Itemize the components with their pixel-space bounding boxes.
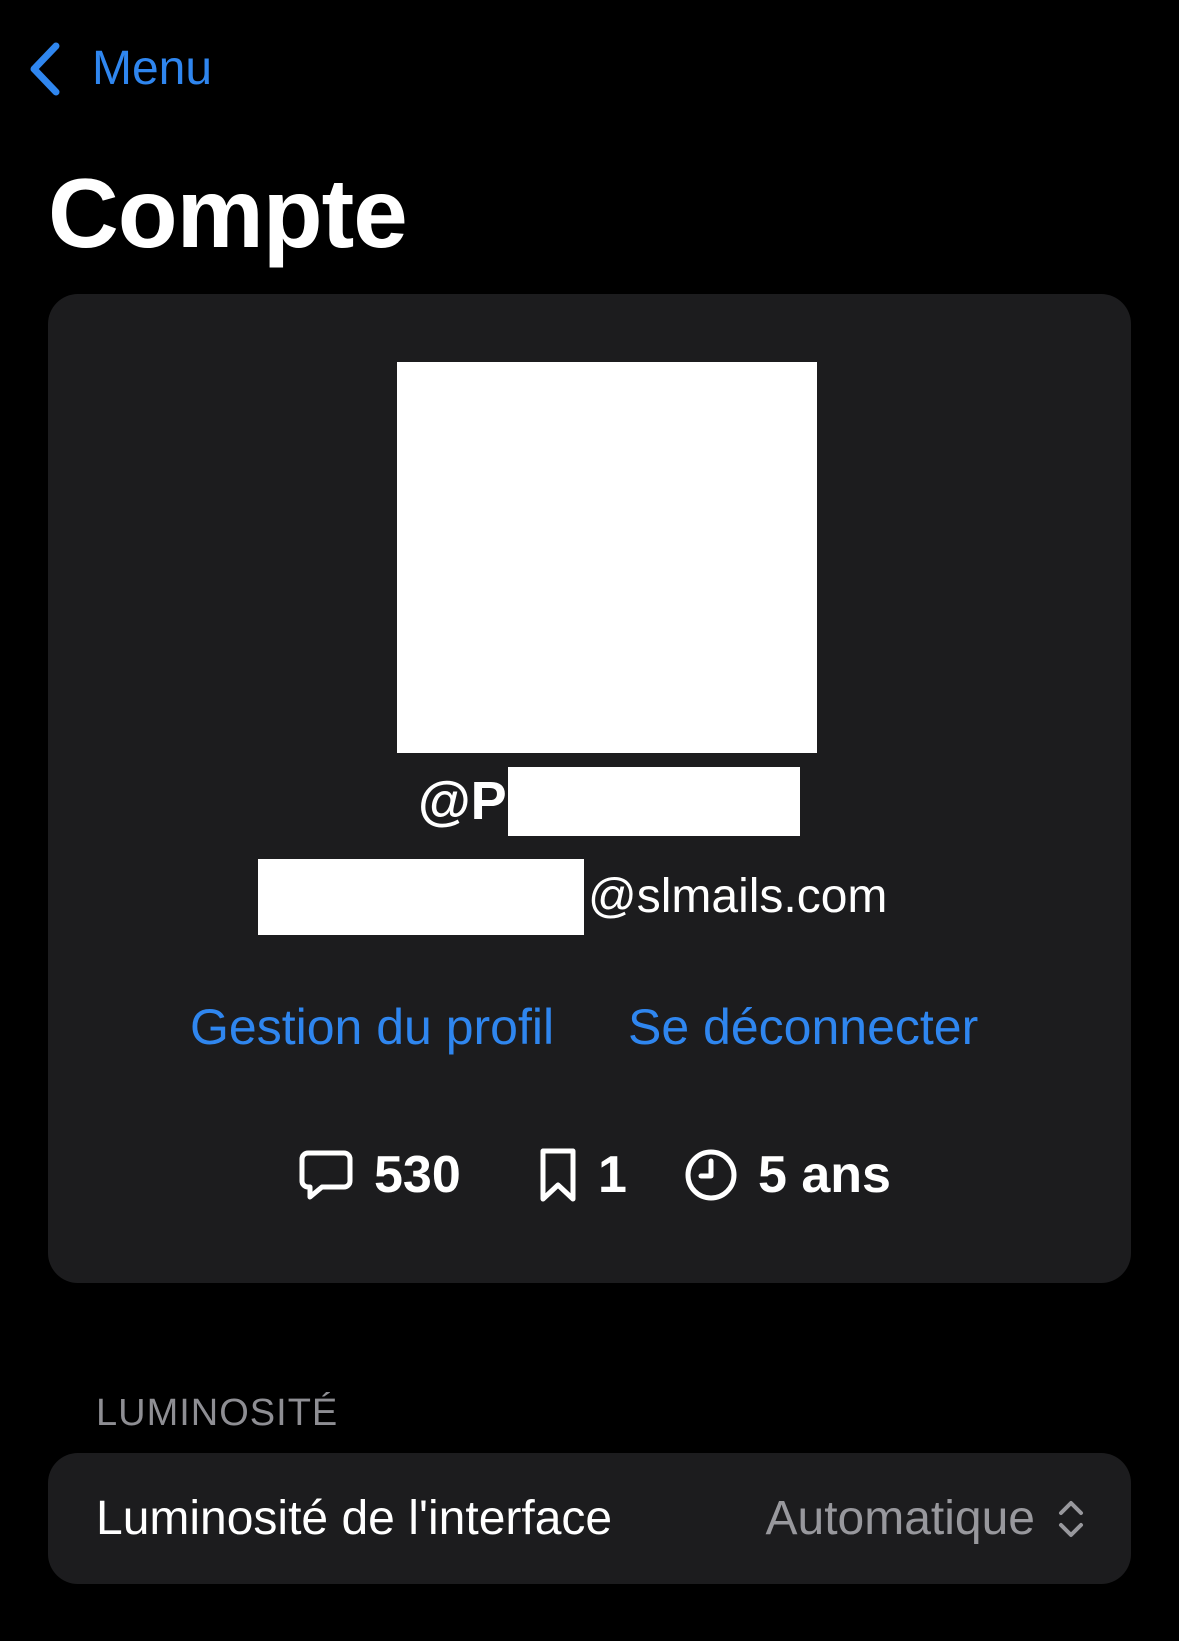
page-title: Compte [48, 158, 408, 268]
stat-bookmarks-value: 1 [598, 1146, 627, 1204]
username: @P [418, 771, 507, 831]
back-button-label: Menu [92, 42, 213, 95]
clock-icon [685, 1149, 737, 1201]
interface-brightness-label: Luminosité de l'interface [96, 1492, 613, 1545]
brightness-section-header: LUMINOSITÉ [96, 1392, 339, 1434]
stat-account-age: 5 ans [684, 1138, 891, 1212]
stat-account-age-value: 5 ans [758, 1146, 891, 1204]
account-screen: Menu Compte @P @slmails.com Gestion du p… [0, 0, 1179, 1641]
logout-link[interactable]: Se déconnecter [628, 994, 978, 1060]
stat-comments: 530 [298, 1138, 461, 1212]
manage-profile-link[interactable]: Gestion du profil [190, 994, 554, 1060]
interface-brightness-picker[interactable]: Luminosité de l'interface Automatique [48, 1453, 1131, 1584]
avatar [397, 362, 817, 753]
profile-stats: 530 1 5 ans [48, 1138, 1131, 1212]
bookmark-icon [540, 1148, 576, 1202]
email-redaction [258, 859, 584, 935]
profile-card: @P @slmails.com Gestion du profil Se déc… [48, 294, 1131, 1283]
speech-bubble-icon [299, 1150, 353, 1200]
stat-bookmarks: 1 [538, 1138, 627, 1212]
chevron-left-icon [30, 42, 60, 96]
stat-comments-value: 530 [374, 1146, 461, 1204]
back-button[interactable]: Menu [26, 38, 212, 100]
chevron-up-down-icon [1059, 1501, 1083, 1537]
interface-brightness-value: Automatique [765, 1492, 1035, 1545]
username-redaction [508, 767, 800, 836]
email-domain: @slmails.com [588, 870, 888, 923]
